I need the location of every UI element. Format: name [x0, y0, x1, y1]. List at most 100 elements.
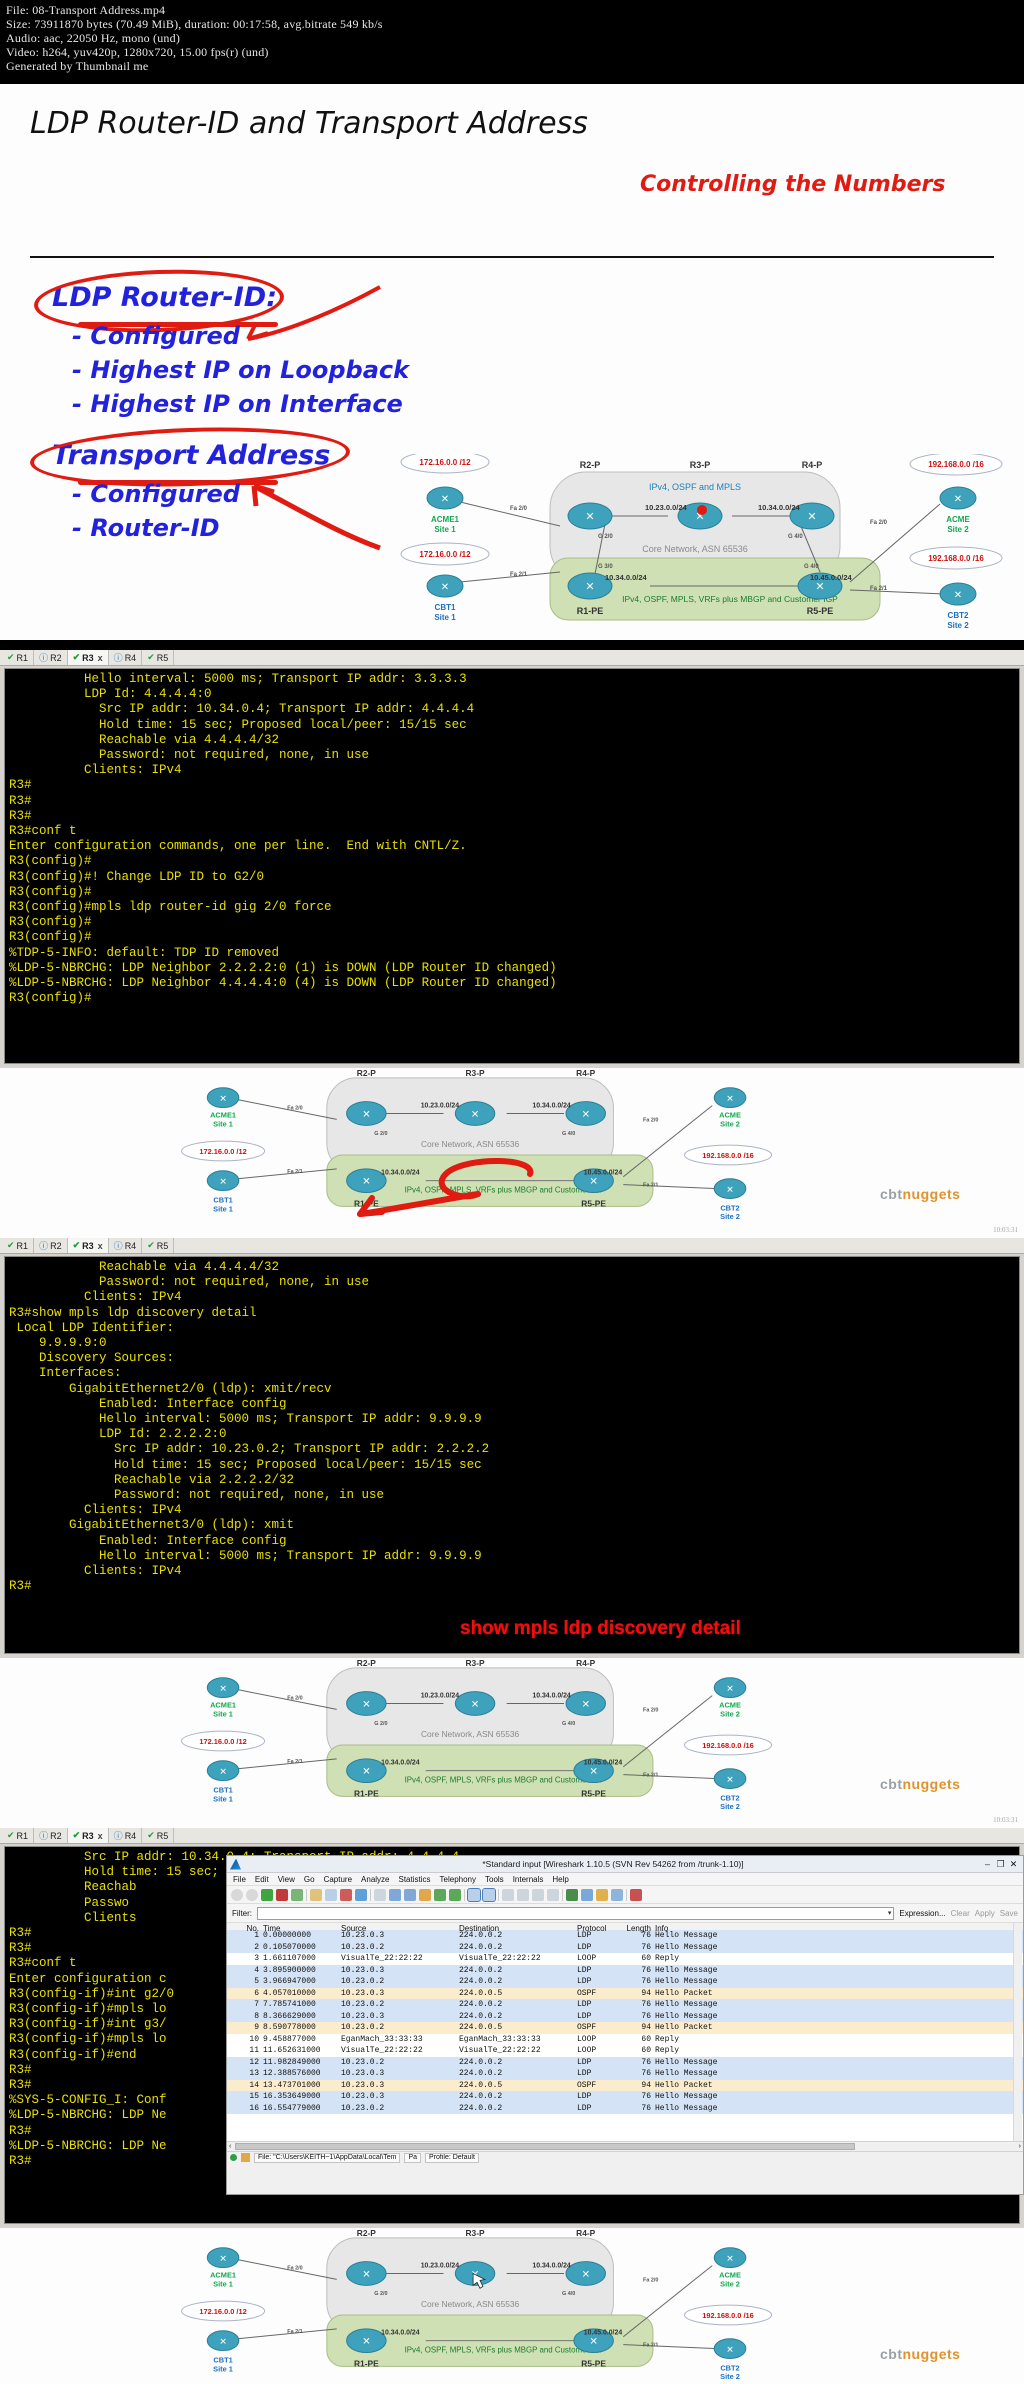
- tab-r2-2[interactable]: ⓘ R2: [34, 1238, 68, 1253]
- expert-info-icon[interactable]: [241, 2153, 250, 2162]
- table-row[interactable]: 8 8.366629000 10.23.0.3 224.0.0.2 LDP 76 Hello…: [227, 2010, 1023, 2022]
- preferences-icon[interactable]: [611, 1888, 623, 1901]
- menu-help[interactable]: Help: [552, 1875, 568, 1884]
- close-file-icon[interactable]: [340, 1888, 352, 1901]
- close-icon[interactable]: ✕: [1007, 1859, 1020, 1870]
- menu-capture[interactable]: Capture: [324, 1875, 352, 1884]
- autoscroll-icon[interactable]: [482, 1887, 496, 1902]
- menu-edit[interactable]: Edit: [255, 1875, 269, 1884]
- coloring-rules-icon[interactable]: [596, 1888, 608, 1901]
- table-row[interactable]: 3 1.661107000 VisualTe_22:22:22 VisualTe_22…: [227, 1953, 1023, 1965]
- help-contents-icon[interactable]: [630, 1888, 642, 1901]
- table-row[interactable]: 12 11.982849000 10.23.0.2 224.0.0.2 LDP 76 Hel…: [227, 2056, 1023, 2068]
- router-tab-bar[interactable]: ✔ R1 ⓘ R2 ✔ R3 x ⓘ R4 ✔ R5: [0, 650, 1024, 666]
- open-file-icon[interactable]: [310, 1888, 322, 1901]
- wireshark-toolbar[interactable]: [227, 1886, 1023, 1904]
- clear-button[interactable]: Clear: [951, 1909, 970, 1918]
- tab-r4-3[interactable]: ⓘ R4: [109, 1828, 143, 1843]
- go-to-last-icon[interactable]: [449, 1888, 461, 1901]
- filter-input[interactable]: ▾: [257, 1906, 895, 1920]
- menu-view[interactable]: View: [278, 1875, 295, 1884]
- find-packet-icon[interactable]: [374, 1888, 386, 1901]
- wireshark-window[interactable]: *Standard input [Wireshark 1.10.5 (SVN R…: [226, 1855, 1024, 2195]
- table-row[interactable]: 9 8.590778000 10.23.0.2 224.0.0.5 OSPF 94 Hell…: [227, 2022, 1023, 2034]
- go-to-packet-icon[interactable]: [419, 1888, 431, 1901]
- wireshark-menu-bar[interactable]: File Edit View Go Capture Analyze Statis…: [227, 1873, 1023, 1886]
- packet-list-horizontal-scrollbar[interactable]: ‹ ›: [227, 2141, 1023, 2151]
- terminal-output-2[interactable]: Reachable via 4.4.4.4/32 Password: not r…: [4, 1256, 1020, 1654]
- resize-columns-icon[interactable]: [547, 1888, 559, 1901]
- tab-r2[interactable]: ⓘ R2: [34, 650, 68, 665]
- tab-r5-2[interactable]: ✔ R5: [142, 1238, 175, 1253]
- tab-r3-2[interactable]: ✔ R3 x: [67, 1238, 109, 1253]
- go-to-first-icon[interactable]: [434, 1888, 446, 1901]
- router-tab-bar-2[interactable]: ✔ R1 ⓘ R2 ✔ R3 x ⓘ R4 ✔ R5: [0, 1238, 1024, 1254]
- zoom-in-icon[interactable]: [502, 1888, 514, 1901]
- table-row[interactable]: 7 7.785741000 10.23.0.2 224.0.0.2 LDP 76 Hello…: [227, 1999, 1023, 2011]
- table-row[interactable]: 15 16.353649000 10.23.0.3 224.0.0.2 LDP 76 Hel…: [227, 2091, 1023, 2103]
- router-tab-bar-3[interactable]: ✔ R1 ⓘ R2 ✔ R3 x ⓘ R4 ✔ R5: [0, 1828, 1024, 1844]
- colorize-icon[interactable]: [467, 1887, 481, 1902]
- menu-tools[interactable]: Tools: [485, 1875, 504, 1884]
- tab-r5-3[interactable]: ✔ R5: [142, 1828, 175, 1843]
- zoom-out-icon[interactable]: [517, 1888, 529, 1901]
- tab-r5[interactable]: ✔ R5: [142, 650, 175, 665]
- menu-statistics[interactable]: Statistics: [399, 1875, 431, 1884]
- stop-capture-icon[interactable]: [276, 1888, 288, 1901]
- packet-info: Reply: [655, 2034, 680, 2044]
- start-capture-icon[interactable]: [261, 1888, 273, 1901]
- go-forward-icon[interactable]: [404, 1888, 416, 1901]
- tab-r4[interactable]: ⓘ R4: [109, 650, 143, 665]
- expression-button[interactable]: Expression...: [899, 1909, 945, 1918]
- menu-file[interactable]: File: [233, 1875, 246, 1884]
- capture-options-icon[interactable]: [246, 1888, 258, 1901]
- close-icon[interactable]: x: [98, 1241, 103, 1251]
- wireshark-title-bar[interactable]: *Standard input [Wireshark 1.10.5 (SVN R…: [227, 1856, 1023, 1873]
- table-row[interactable]: 11 11.652631000 VisualTe_22:22:22 VisualTe_…: [227, 2045, 1023, 2057]
- tab-r3[interactable]: ✔ R3 x: [67, 650, 109, 665]
- packet-list-body[interactable]: 1 0.00000000 10.23.0.3 224.0.0.2 LDP 76 Hello …: [227, 1930, 1023, 2114]
- minimize-icon[interactable]: –: [981, 1859, 994, 1869]
- scroll-left-icon[interactable]: ‹: [227, 2143, 233, 2150]
- tab-r1[interactable]: ✔ R1: [2, 650, 35, 665]
- table-row[interactable]: 16 16.554779000 10.23.0.2 224.0.0.2 LDP 76 Hel…: [227, 2102, 1023, 2114]
- table-row[interactable]: 2 0.105070000 10.23.0.2 224.0.0.2 LDP 76 Hello…: [227, 1941, 1023, 1953]
- close-icon[interactable]: x: [98, 653, 103, 663]
- table-row[interactable]: 4 3.895900000 10.23.0.3 224.0.0.2 LDP 76 Hello…: [227, 1964, 1023, 1976]
- display-filters-icon[interactable]: [581, 1888, 593, 1901]
- tab-r1-3[interactable]: ✔ R1: [2, 1828, 35, 1843]
- table-row[interactable]: 5 3.966947000 10.23.0.2 224.0.0.2 LDP 76 Hello…: [227, 1976, 1023, 1988]
- tab-r4-2[interactable]: ⓘ R4: [109, 1238, 143, 1253]
- wireshark-filter-bar[interactable]: Filter: ▾ Expression... Clear Apply Save: [227, 1904, 1023, 1923]
- save-button[interactable]: Save: [1000, 1909, 1018, 1918]
- go-back-icon[interactable]: [389, 1888, 401, 1901]
- menu-go[interactable]: Go: [304, 1875, 315, 1884]
- apply-button[interactable]: Apply: [975, 1909, 995, 1918]
- chevron-down-icon[interactable]: ▾: [888, 1909, 892, 1917]
- status-profile[interactable]: Profile: Default: [425, 2152, 479, 2163]
- tab-r3-3[interactable]: ✔ R3 x: [67, 1828, 109, 1843]
- table-row[interactable]: 10 9.458877000 EganMach_33:33:33 EganMach_3…: [227, 2033, 1023, 2045]
- table-row[interactable]: 1 0.00000000 10.23.0.3 224.0.0.2 LDP 76 Hello …: [227, 1930, 1023, 1942]
- scroll-right-icon[interactable]: ›: [1017, 2143, 1023, 2150]
- table-row[interactable]: 14 13.473701000 10.23.0.3 224.0.0.5 OSPF 94 He…: [227, 2079, 1023, 2091]
- menu-analyze[interactable]: Analyze: [361, 1875, 389, 1884]
- zoom-reset-icon[interactable]: [532, 1888, 544, 1901]
- tab-r2-3[interactable]: ⓘ R2: [34, 1828, 68, 1843]
- save-file-icon[interactable]: [325, 1888, 337, 1901]
- tab-r1-2[interactable]: ✔ R1: [2, 1238, 35, 1253]
- maximize-icon[interactable]: ❐: [994, 1859, 1007, 1870]
- reload-icon[interactable]: [355, 1888, 367, 1901]
- table-row[interactable]: 13 12.388576000 10.23.0.3 224.0.0.2 LDP 76 Hel…: [227, 2068, 1023, 2080]
- capture-interfaces-icon[interactable]: [231, 1888, 243, 1901]
- scrollbar-thumb[interactable]: [235, 2143, 856, 2150]
- terminal-output-1[interactable]: Hello interval: 5000 ms; Transport IP ad…: [4, 668, 1020, 1064]
- table-row[interactable]: 6 4.057010000 10.23.0.3 224.0.0.5 OSPF 94 Hell…: [227, 1987, 1023, 1999]
- packet-list[interactable]: No. Time Source Destination Protocol Len…: [227, 1923, 1023, 2141]
- menu-internals[interactable]: Internals: [513, 1875, 544, 1884]
- packet-list-vertical-scrollbar[interactable]: [1013, 1923, 1022, 2141]
- close-icon[interactable]: x: [98, 1831, 103, 1841]
- menu-telephony[interactable]: Telephony: [440, 1875, 476, 1884]
- capture-filters-icon[interactable]: [566, 1888, 578, 1901]
- restart-capture-icon[interactable]: [291, 1888, 303, 1901]
